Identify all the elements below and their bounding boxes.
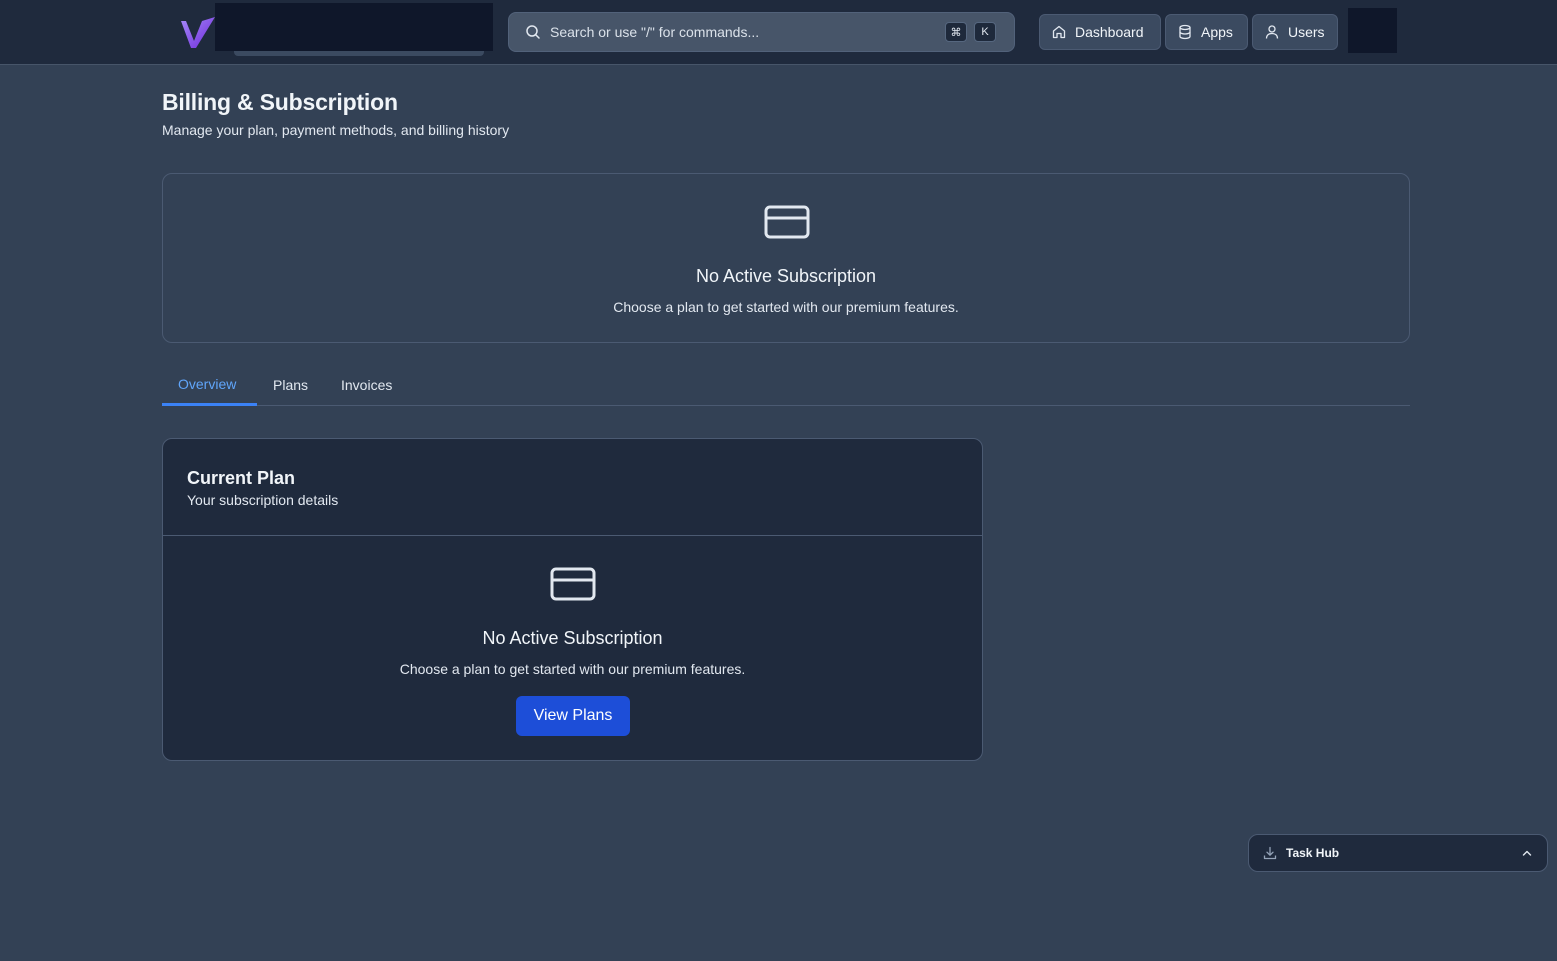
credit-card-icon: [550, 567, 596, 601]
banner-text: Choose a plan to get started with our pr…: [613, 299, 959, 315]
view-plans-button[interactable]: View Plans: [516, 696, 630, 736]
search-placeholder: Search or use "/" for commands...: [550, 24, 760, 40]
tab-overview[interactable]: Overview: [178, 376, 236, 392]
users-label: Users: [1288, 24, 1325, 40]
plan-empty-text: Choose a plan to get started with our pr…: [399, 661, 746, 677]
current-plan-card: Current Plan Your subscription details N…: [162, 438, 983, 761]
shortcut-modifier-key: ⌘: [945, 22, 967, 42]
dashboard-label: Dashboard: [1075, 24, 1144, 40]
apps-button[interactable]: Apps: [1165, 14, 1248, 50]
search-icon: [526, 25, 540, 39]
download-icon: [1263, 846, 1277, 860]
tab-invoices[interactable]: Invoices: [341, 377, 392, 393]
user-icon: [1265, 25, 1279, 39]
plan-card-header: Current Plan Your subscription details: [163, 439, 982, 536]
apps-label: Apps: [1201, 24, 1233, 40]
page-subtitle: Manage your plan, payment methods, and b…: [162, 122, 510, 138]
active-tab-indicator: [162, 403, 257, 406]
top-bar: Search or use "/" for commands... ⌘ K Da…: [0, 0, 1557, 65]
tab-plans[interactable]: Plans: [273, 377, 308, 393]
billing-tabs: Overview Plans Invoices: [162, 367, 1410, 406]
banner-title: No Active Subscription: [695, 266, 877, 286]
app-logo[interactable]: [180, 17, 216, 49]
home-icon: [1052, 25, 1066, 39]
task-hub-panel[interactable]: Task Hub: [1248, 834, 1548, 872]
shortcut-key: K: [974, 22, 996, 42]
plan-empty-title: No Active Subscription: [482, 628, 663, 648]
command-search-input[interactable]: Search or use "/" for commands... ⌘ K: [508, 12, 1015, 52]
dashboard-button[interactable]: Dashboard: [1039, 14, 1161, 50]
plan-card-subtitle: Your subscription details: [187, 492, 339, 508]
user-avatar[interactable]: [1348, 8, 1397, 53]
credit-card-icon: [764, 205, 810, 239]
no-subscription-banner: No Active Subscription Choose a plan to …: [162, 173, 1410, 343]
users-button[interactable]: Users: [1252, 14, 1338, 50]
database-icon: [1179, 24, 1191, 40]
page-title: Billing & Subscription: [162, 89, 398, 115]
chevron-up-icon[interactable]: [1521, 847, 1533, 859]
task-hub-label: Task Hub: [1286, 846, 1340, 860]
redacted-block: [215, 3, 493, 51]
redacted-block: [234, 51, 484, 56]
plan-card-title: Current Plan: [187, 468, 296, 488]
